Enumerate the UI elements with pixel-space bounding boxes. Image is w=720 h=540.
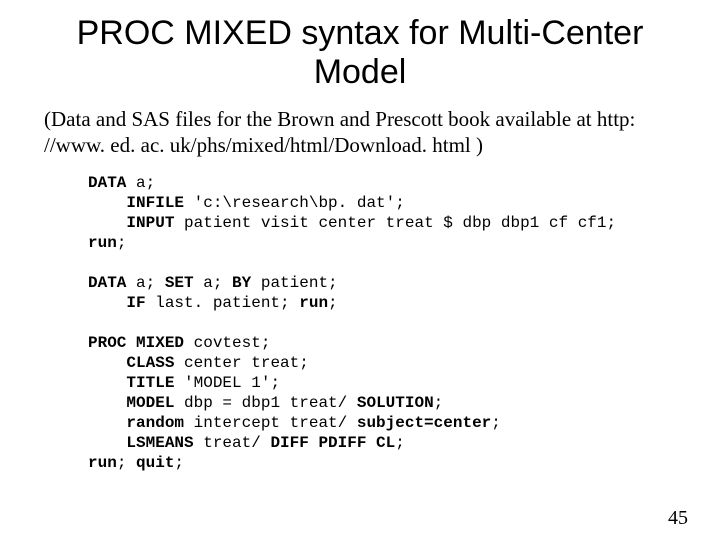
- kw-run-3: run: [88, 454, 117, 472]
- kw-input: INPUT: [88, 214, 174, 232]
- slide: PROC MIXED syntax for Multi-Center Model…: [0, 14, 720, 540]
- code-text: ;: [174, 454, 184, 472]
- code-text: treat/: [194, 434, 271, 452]
- code-text: ;: [434, 394, 444, 412]
- kw-lsmeans: LSMEANS: [88, 434, 194, 452]
- kw-proc-mixed: PROC MIXED: [88, 334, 184, 352]
- code-text: a;: [194, 274, 232, 292]
- kw-data-2: DATA: [88, 274, 126, 292]
- code-text: ;: [328, 294, 338, 312]
- kw-solution: SOLUTION: [357, 394, 434, 412]
- code-text: ;: [117, 234, 127, 252]
- code-text: a;: [126, 274, 164, 292]
- kw-run-2: run: [299, 294, 328, 312]
- slide-subtitle: (Data and SAS files for the Brown and Pr…: [44, 106, 676, 159]
- kw-class: CLASS: [88, 354, 174, 372]
- kw-data-1: DATA: [88, 174, 126, 192]
- kw-by: BY: [232, 274, 251, 292]
- code-block: DATA a; INFILE 'c:\research\bp. dat'; IN…: [88, 173, 720, 473]
- kw-run-1: run: [88, 234, 117, 252]
- code-text: covtest;: [184, 334, 270, 352]
- code-text: patient;: [251, 274, 337, 292]
- kw-title: TITLE: [88, 374, 174, 392]
- page-number: 45: [668, 507, 688, 530]
- slide-title: PROC MIXED syntax for Multi-Center Model: [40, 14, 680, 92]
- code-text: last. patient;: [146, 294, 300, 312]
- code-text: 'c:\research\bp. dat';: [184, 194, 405, 212]
- code-text: a;: [126, 174, 155, 192]
- code-text: ;: [491, 414, 501, 432]
- kw-quit: quit: [136, 454, 174, 472]
- kw-infile: INFILE: [88, 194, 184, 212]
- kw-random: random: [88, 414, 184, 432]
- code-text: intercept treat/: [184, 414, 357, 432]
- code-text: ;: [117, 454, 136, 472]
- code-text: ;: [395, 434, 405, 452]
- kw-model: MODEL: [88, 394, 174, 412]
- kw-subject: subject=center: [357, 414, 491, 432]
- kw-set: SET: [165, 274, 194, 292]
- kw-if: IF: [88, 294, 146, 312]
- kw-diff-options: DIFF PDIFF CL: [270, 434, 395, 452]
- code-text: dbp = dbp1 treat/: [174, 394, 356, 412]
- code-text: 'MODEL 1';: [174, 374, 280, 392]
- code-text: center treat;: [174, 354, 308, 372]
- code-text: patient visit center treat $ dbp dbp1 cf…: [174, 214, 616, 232]
